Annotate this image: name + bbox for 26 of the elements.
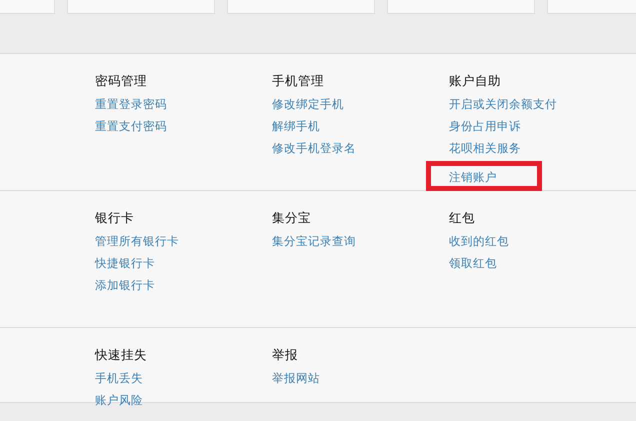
- link[interactable]: 重置登录密码: [95, 93, 167, 115]
- link[interactable]: 修改绑定手机: [272, 93, 344, 115]
- group-title: 银行卡: [95, 209, 134, 226]
- link[interactable]: 开启或关闭余额支付: [449, 93, 557, 115]
- group-title: 集分宝: [272, 209, 311, 226]
- link[interactable]: 注销账户: [449, 170, 497, 184]
- link[interactable]: 快捷银行卡: [95, 252, 155, 274]
- link[interactable]: 添加银行卡: [95, 274, 155, 296]
- group-title: 账户自助: [449, 72, 501, 89]
- group-title: 手机管理: [272, 72, 324, 89]
- link[interactable]: 账户风险: [95, 389, 143, 411]
- link[interactable]: 领取红包: [449, 252, 497, 274]
- link[interactable]: 收到的红包: [449, 230, 509, 252]
- group-title: 举报: [272, 346, 298, 363]
- link[interactable]: 重置支付密码: [95, 115, 167, 137]
- link[interactable]: 集分宝记录查询: [272, 230, 356, 252]
- group-title: 红包: [449, 209, 475, 226]
- link[interactable]: 修改手机登录名: [272, 137, 356, 159]
- link[interactable]: 身份占用申诉: [449, 115, 521, 137]
- link[interactable]: 解绑手机: [272, 115, 320, 137]
- link[interactable]: 管理所有银行卡: [95, 230, 179, 252]
- link[interactable]: 花呗相关服务: [449, 137, 521, 159]
- link[interactable]: 举报网站: [272, 367, 320, 389]
- group-title: 快速挂失: [95, 346, 147, 363]
- group-title: 密码管理: [95, 72, 147, 89]
- link[interactable]: 手机丢失: [95, 367, 143, 389]
